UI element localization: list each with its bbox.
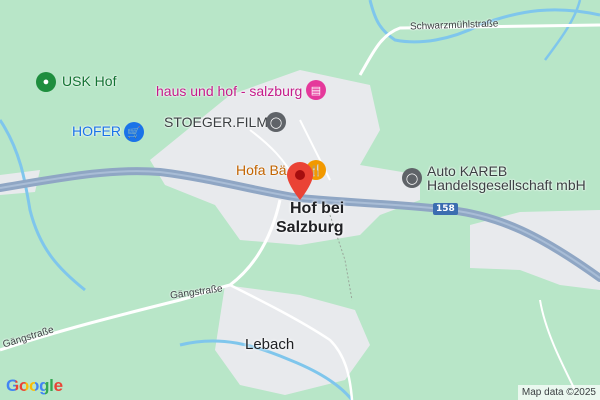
location-marker-icon[interactable] — [287, 162, 313, 200]
hofa-label[interactable]: Hofa Bä — [236, 162, 287, 178]
hofer-label[interactable]: HOFER — [72, 123, 121, 139]
auto-kareb-pin-icon[interactable]: ◯ — [402, 168, 422, 188]
shopping-cart-icon[interactable]: 🛒 — [124, 122, 144, 142]
usk-hof-label[interactable]: USK Hof — [62, 73, 116, 89]
google-logo: Google — [6, 376, 63, 395]
store-icon[interactable]: ▤ — [306, 80, 326, 100]
stoeger-film-label[interactable]: STOEGER.FILM — [164, 114, 268, 130]
usk-hof-pin-icon[interactable]: ● — [36, 72, 56, 92]
map-attribution[interactable]: Map data ©2025 — [517, 385, 600, 400]
route-158-shield: 158 — [433, 203, 458, 215]
haus-und-hof-label[interactable]: haus und hof - salzburg — [156, 83, 302, 99]
auto-kareb-label-line2[interactable]: Handelsgesellschaft mbH — [427, 177, 586, 193]
stoeger-film-pin-icon[interactable]: ◯ — [266, 112, 286, 132]
locality-lebach: Lebach — [245, 336, 295, 353]
locality-hof-line1: Hof bei — [290, 200, 345, 217]
locality-hof-line2: Salzburg — [276, 219, 344, 236]
